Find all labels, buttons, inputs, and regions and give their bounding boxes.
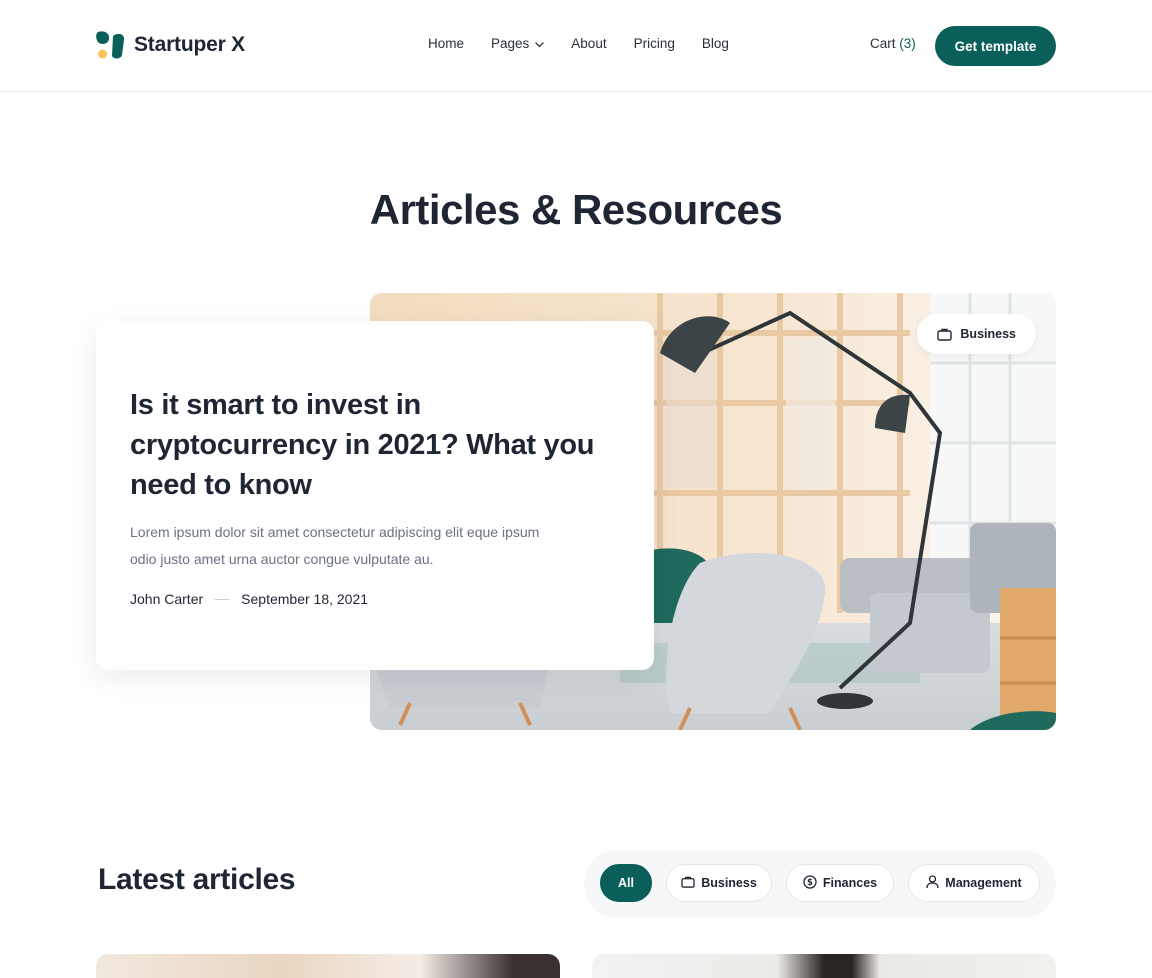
article-meta: John Carter September 18, 2021	[130, 591, 620, 607]
nav-blog[interactable]: Blog	[702, 36, 729, 51]
category-badge[interactable]: Business	[917, 314, 1036, 354]
logo-icon	[96, 30, 126, 60]
get-template-button[interactable]: Get template	[935, 26, 1056, 66]
cart-count: (3)	[899, 36, 916, 51]
latest-articles-heading: Latest articles	[98, 863, 296, 896]
article-author: John Carter	[130, 591, 204, 607]
featured-article-excerpt: Lorem ipsum dolor sit amet consectetur a…	[130, 524, 540, 567]
filter-finances[interactable]: $ Finances	[786, 864, 894, 902]
filter-management[interactable]: Management	[908, 864, 1040, 902]
brand-logo[interactable]: Startuper X	[96, 30, 245, 60]
user-icon	[926, 874, 939, 892]
svg-text:$: $	[807, 878, 813, 888]
nav-home-label: Home	[428, 36, 465, 51]
article-card-thumbnail[interactable]	[96, 954, 560, 978]
article-card-thumbnail[interactable]	[592, 954, 1056, 978]
nav-home[interactable]: Home	[428, 36, 464, 51]
main-nav: Home Pages About Pricing Blog	[428, 36, 729, 51]
category-filter-bar: All Business $ Finances Management	[584, 850, 1056, 918]
filter-finances-label: Finances	[822, 876, 878, 890]
nav-pages-label: Pages	[491, 36, 530, 51]
meta-divider	[215, 598, 230, 600]
nav-about[interactable]: About	[571, 36, 606, 51]
cart-label: Cart	[870, 36, 896, 51]
nav-pricing-label: Pricing	[633, 36, 675, 51]
article-date: September 18, 2021	[241, 591, 369, 607]
featured-article-title[interactable]: Is it smart to invest in cryptocurrency …	[130, 385, 600, 505]
filter-business[interactable]: Business	[666, 864, 772, 902]
brand-name: Startuper X	[134, 33, 245, 56]
cart-link[interactable]: Cart (3)	[870, 36, 916, 51]
filter-all-label: All	[618, 876, 634, 890]
nav-pricing[interactable]: Pricing	[634, 36, 675, 51]
filter-management-label: Management	[945, 876, 1022, 890]
nav-about-label: About	[571, 36, 607, 51]
briefcase-icon	[681, 876, 695, 891]
nav-blog-label: Blog	[701, 36, 729, 51]
filter-all[interactable]: All	[600, 864, 652, 902]
chevron-down-icon	[535, 36, 544, 51]
site-header: Startuper X Home Pages About Pricing Blo…	[0, 0, 1152, 92]
page-title: Articles & Resources	[369, 186, 783, 233]
category-badge-label: Business	[960, 327, 1016, 341]
briefcase-icon	[937, 328, 953, 341]
nav-pages[interactable]: Pages	[491, 36, 544, 51]
featured-article-card[interactable]: Is it smart to invest in cryptocurrency …	[96, 321, 654, 670]
dollar-circle-icon: $	[803, 874, 817, 892]
filter-business-label: Business	[701, 876, 757, 890]
